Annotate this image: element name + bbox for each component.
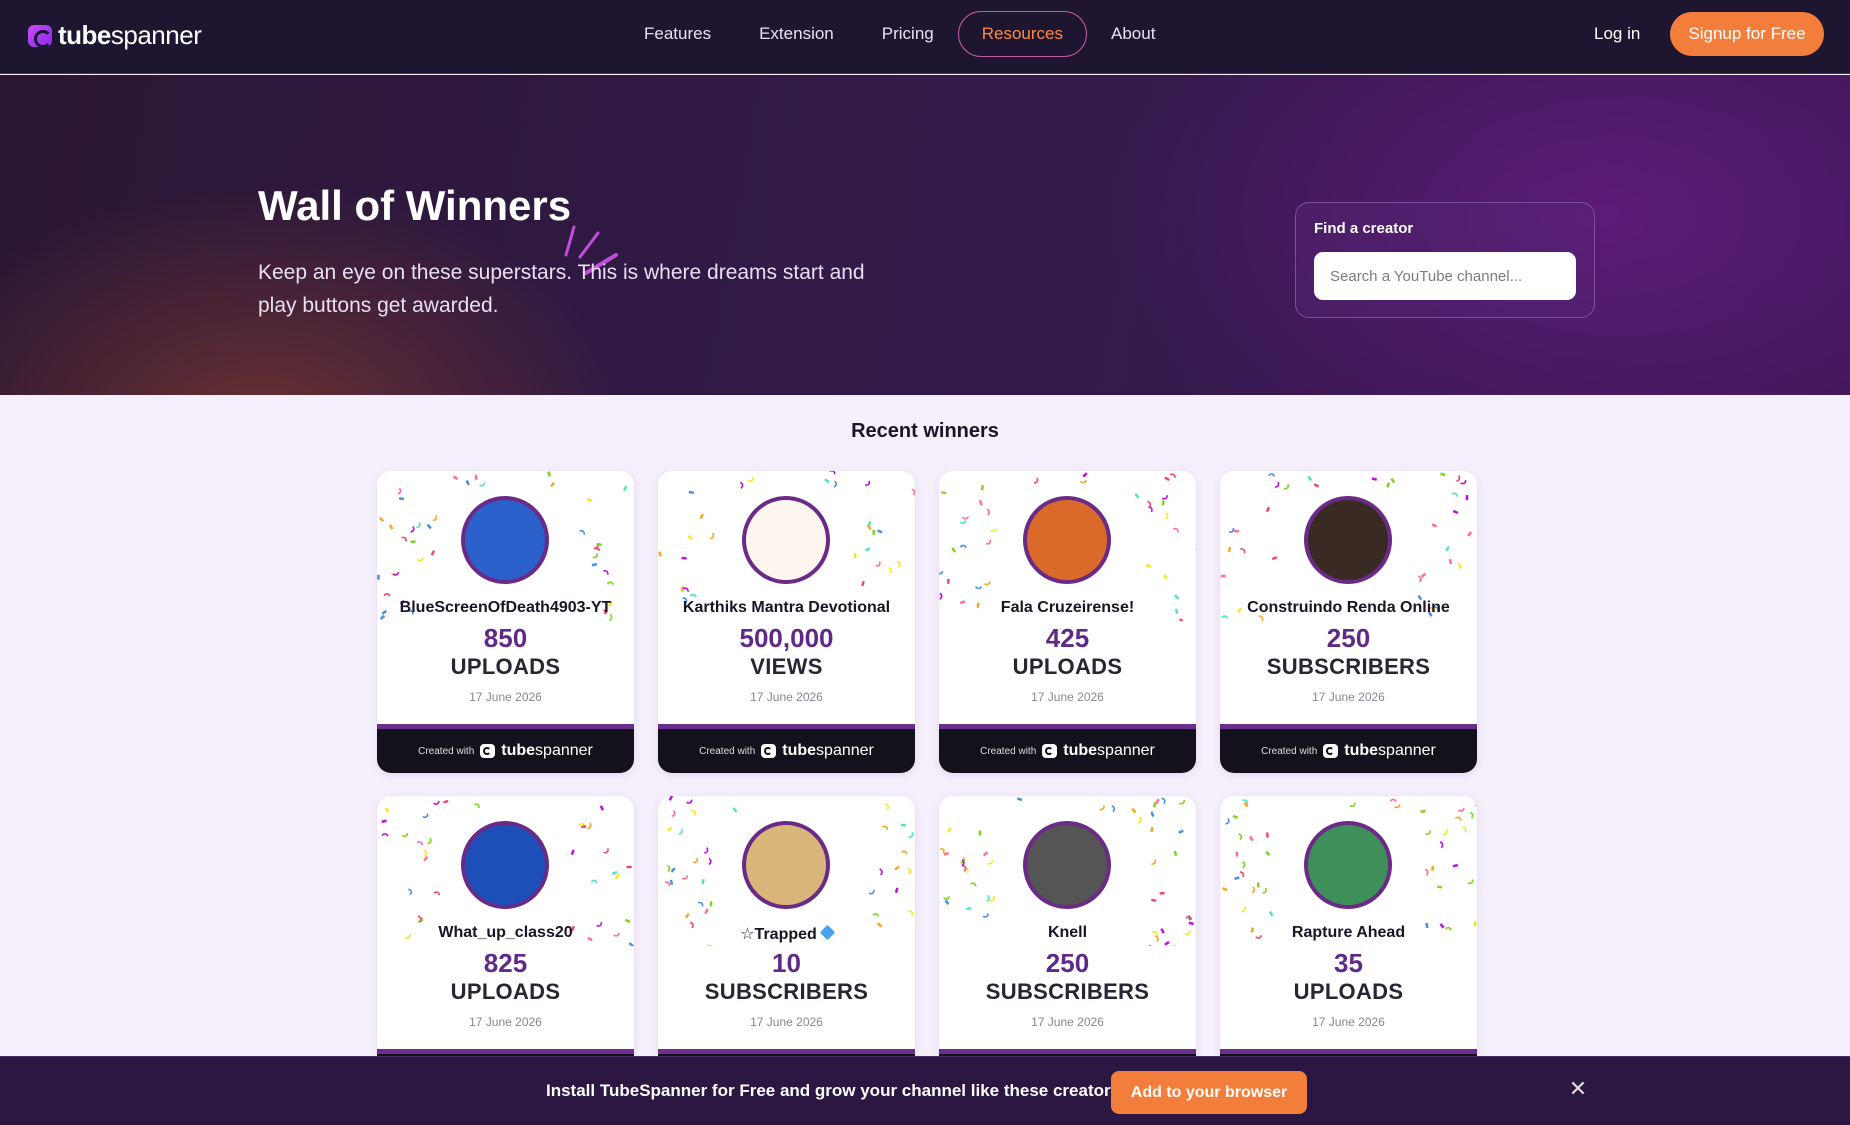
card-footer: Created with tubespanner — [939, 724, 1196, 773]
milestone-metric: VIEWS — [750, 654, 823, 679]
install-banner-text: Install TubeSpanner for Free and grow yo… — [546, 1081, 1125, 1100]
winner-card[interactable]: Knell 250 SUBSCRIBERS 17 June 2026 Creat… — [939, 796, 1196, 1098]
milestone-value: 850 — [483, 623, 528, 653]
award-date: 17 June 2026 — [469, 690, 542, 704]
logo-icon — [1323, 744, 1339, 758]
creator-avatar — [1023, 821, 1111, 909]
card-footer: Created with tubespanner — [377, 724, 634, 773]
logo-icon — [761, 744, 777, 758]
creator-avatar — [1304, 821, 1392, 909]
creator-avatar — [1304, 496, 1392, 584]
creator-name: Fala Cruzeirense! — [1000, 599, 1135, 616]
milestone-value: 250 — [1326, 623, 1371, 653]
creator-name: Rapture Ahead — [1291, 924, 1406, 941]
created-with-label: Created with — [1261, 745, 1318, 757]
winner-card[interactable]: Construindo Renda Online 250 SUBSCRIBERS… — [1220, 471, 1477, 773]
nav-link-resources[interactable]: Resources — [957, 11, 1087, 57]
nav-link-pricing[interactable]: Pricing — [858, 11, 958, 57]
winner-card[interactable]: Rapture Ahead 35 UPLOADS 17 June 2026 Cr… — [1220, 796, 1477, 1098]
hero-banner: Wall of Winners Keep an eye on these sup… — [0, 75, 1850, 395]
award-date: 17 June 2026 — [469, 1015, 542, 1029]
milestone-metric: SUBSCRIBERS — [985, 979, 1150, 1004]
logo-text: tubespanner — [58, 20, 202, 50]
created-with-label: Created with — [699, 745, 756, 757]
creator-avatar — [1023, 496, 1111, 584]
milestone-value: 825 — [483, 948, 528, 978]
milestone-metric: UPLOADS — [450, 979, 561, 1004]
nav-link-features[interactable]: Features — [620, 11, 735, 57]
created-with-label: Created with — [980, 745, 1037, 757]
find-creator-panel: Find a creator — [1295, 202, 1595, 318]
creator-name: ☆Trapped — [658, 924, 915, 944]
card-footer: Created with tubespanner — [1220, 724, 1477, 773]
milestone-metric: UPLOADS — [1012, 654, 1123, 679]
recent-winners-heading: Recent winners — [851, 420, 999, 442]
award-date: 17 June 2026 — [1031, 1015, 1104, 1029]
winners-grid: BlueScreenOfDeath4903-YT 850 UPLOADS 17 … — [377, 471, 1479, 1098]
footer-brand: tubespanner — [782, 742, 874, 759]
nav-link-about[interactable]: About — [1087, 11, 1179, 57]
page-title: Wall of Winners — [258, 182, 572, 229]
milestone-metric: SUBSCRIBERS — [704, 979, 869, 1004]
creator-name: BlueScreenOfDeath4903-YT — [399, 599, 612, 616]
milestone-value: 250 — [1045, 948, 1090, 978]
login-link[interactable]: Log in — [1594, 24, 1640, 44]
logo-icon — [1042, 744, 1058, 758]
creator-name: Construindo Renda Online — [1247, 599, 1450, 616]
creator-avatar — [461, 496, 549, 584]
award-date: 17 June 2026 — [750, 690, 823, 704]
created-with-label: Created with — [418, 745, 475, 757]
milestone-metric: SUBSCRIBERS — [1266, 654, 1431, 679]
winner-card[interactable]: ☆Trapped 10 SUBSCRIBERS 17 June 2026 Cre… — [658, 796, 915, 1098]
winner-card[interactable]: BlueScreenOfDeath4903-YT 850 UPLOADS 17 … — [377, 471, 634, 773]
install-banner: Install TubeSpanner for Free and grow yo… — [0, 1056, 1850, 1125]
footer-brand: tubespanner — [1344, 742, 1436, 759]
award-date: 17 June 2026 — [1031, 690, 1104, 704]
footer-brand: tubespanner — [501, 742, 593, 759]
creator-avatar — [742, 821, 830, 909]
award-date: 17 June 2026 — [1312, 1015, 1385, 1029]
creator-avatar — [461, 821, 549, 909]
logo-icon — [28, 24, 52, 48]
verified-badge-icon — [819, 924, 836, 941]
top-navbar: tubespanner Features Extension Pricing R… — [0, 0, 1850, 74]
milestone-metric: UPLOADS — [1293, 979, 1404, 1004]
creator-name: Karthiks Mantra Devotional — [682, 599, 891, 616]
main-nav: Features Extension Pricing Resources Abo… — [620, 11, 1179, 57]
winner-card[interactable]: Fala Cruzeirense! 425 UPLOADS 17 June 20… — [939, 471, 1196, 773]
creator-search-input[interactable] — [1314, 252, 1576, 300]
footer-brand: tubespanner — [1063, 742, 1155, 759]
signup-button[interactable]: Signup for Free — [1670, 12, 1824, 56]
add-to-browser-button[interactable]: Add to your browser — [1111, 1071, 1307, 1114]
card-footer: Created with tubespanner — [658, 724, 915, 773]
find-creator-label: Find a creator — [1314, 220, 1414, 237]
close-icon[interactable]: ✕ — [1568, 1078, 1588, 1100]
milestone-value: 35 — [1334, 948, 1363, 978]
milestone-value: 500,000 — [739, 623, 834, 653]
winner-card[interactable]: What_up_class20 825 UPLOADS 17 June 2026… — [377, 796, 634, 1098]
creator-avatar — [742, 496, 830, 584]
logo-icon — [480, 744, 496, 758]
milestone-metric: UPLOADS — [450, 654, 561, 679]
nav-link-extension[interactable]: Extension — [735, 11, 858, 57]
award-date: 17 June 2026 — [750, 1015, 823, 1029]
creator-name: What_up_class20 — [438, 924, 573, 941]
milestone-value: 425 — [1045, 623, 1090, 653]
milestone-value: 10 — [772, 948, 801, 978]
tubespanner-logo[interactable]: tubespanner — [28, 20, 202, 51]
creator-name: Knell — [1047, 924, 1088, 941]
winner-card[interactable]: Karthiks Mantra Devotional 500,000 VIEWS… — [658, 471, 915, 773]
award-date: 17 June 2026 — [1312, 690, 1385, 704]
page-subtitle: Keep an eye on these superstars. This is… — [258, 261, 865, 317]
